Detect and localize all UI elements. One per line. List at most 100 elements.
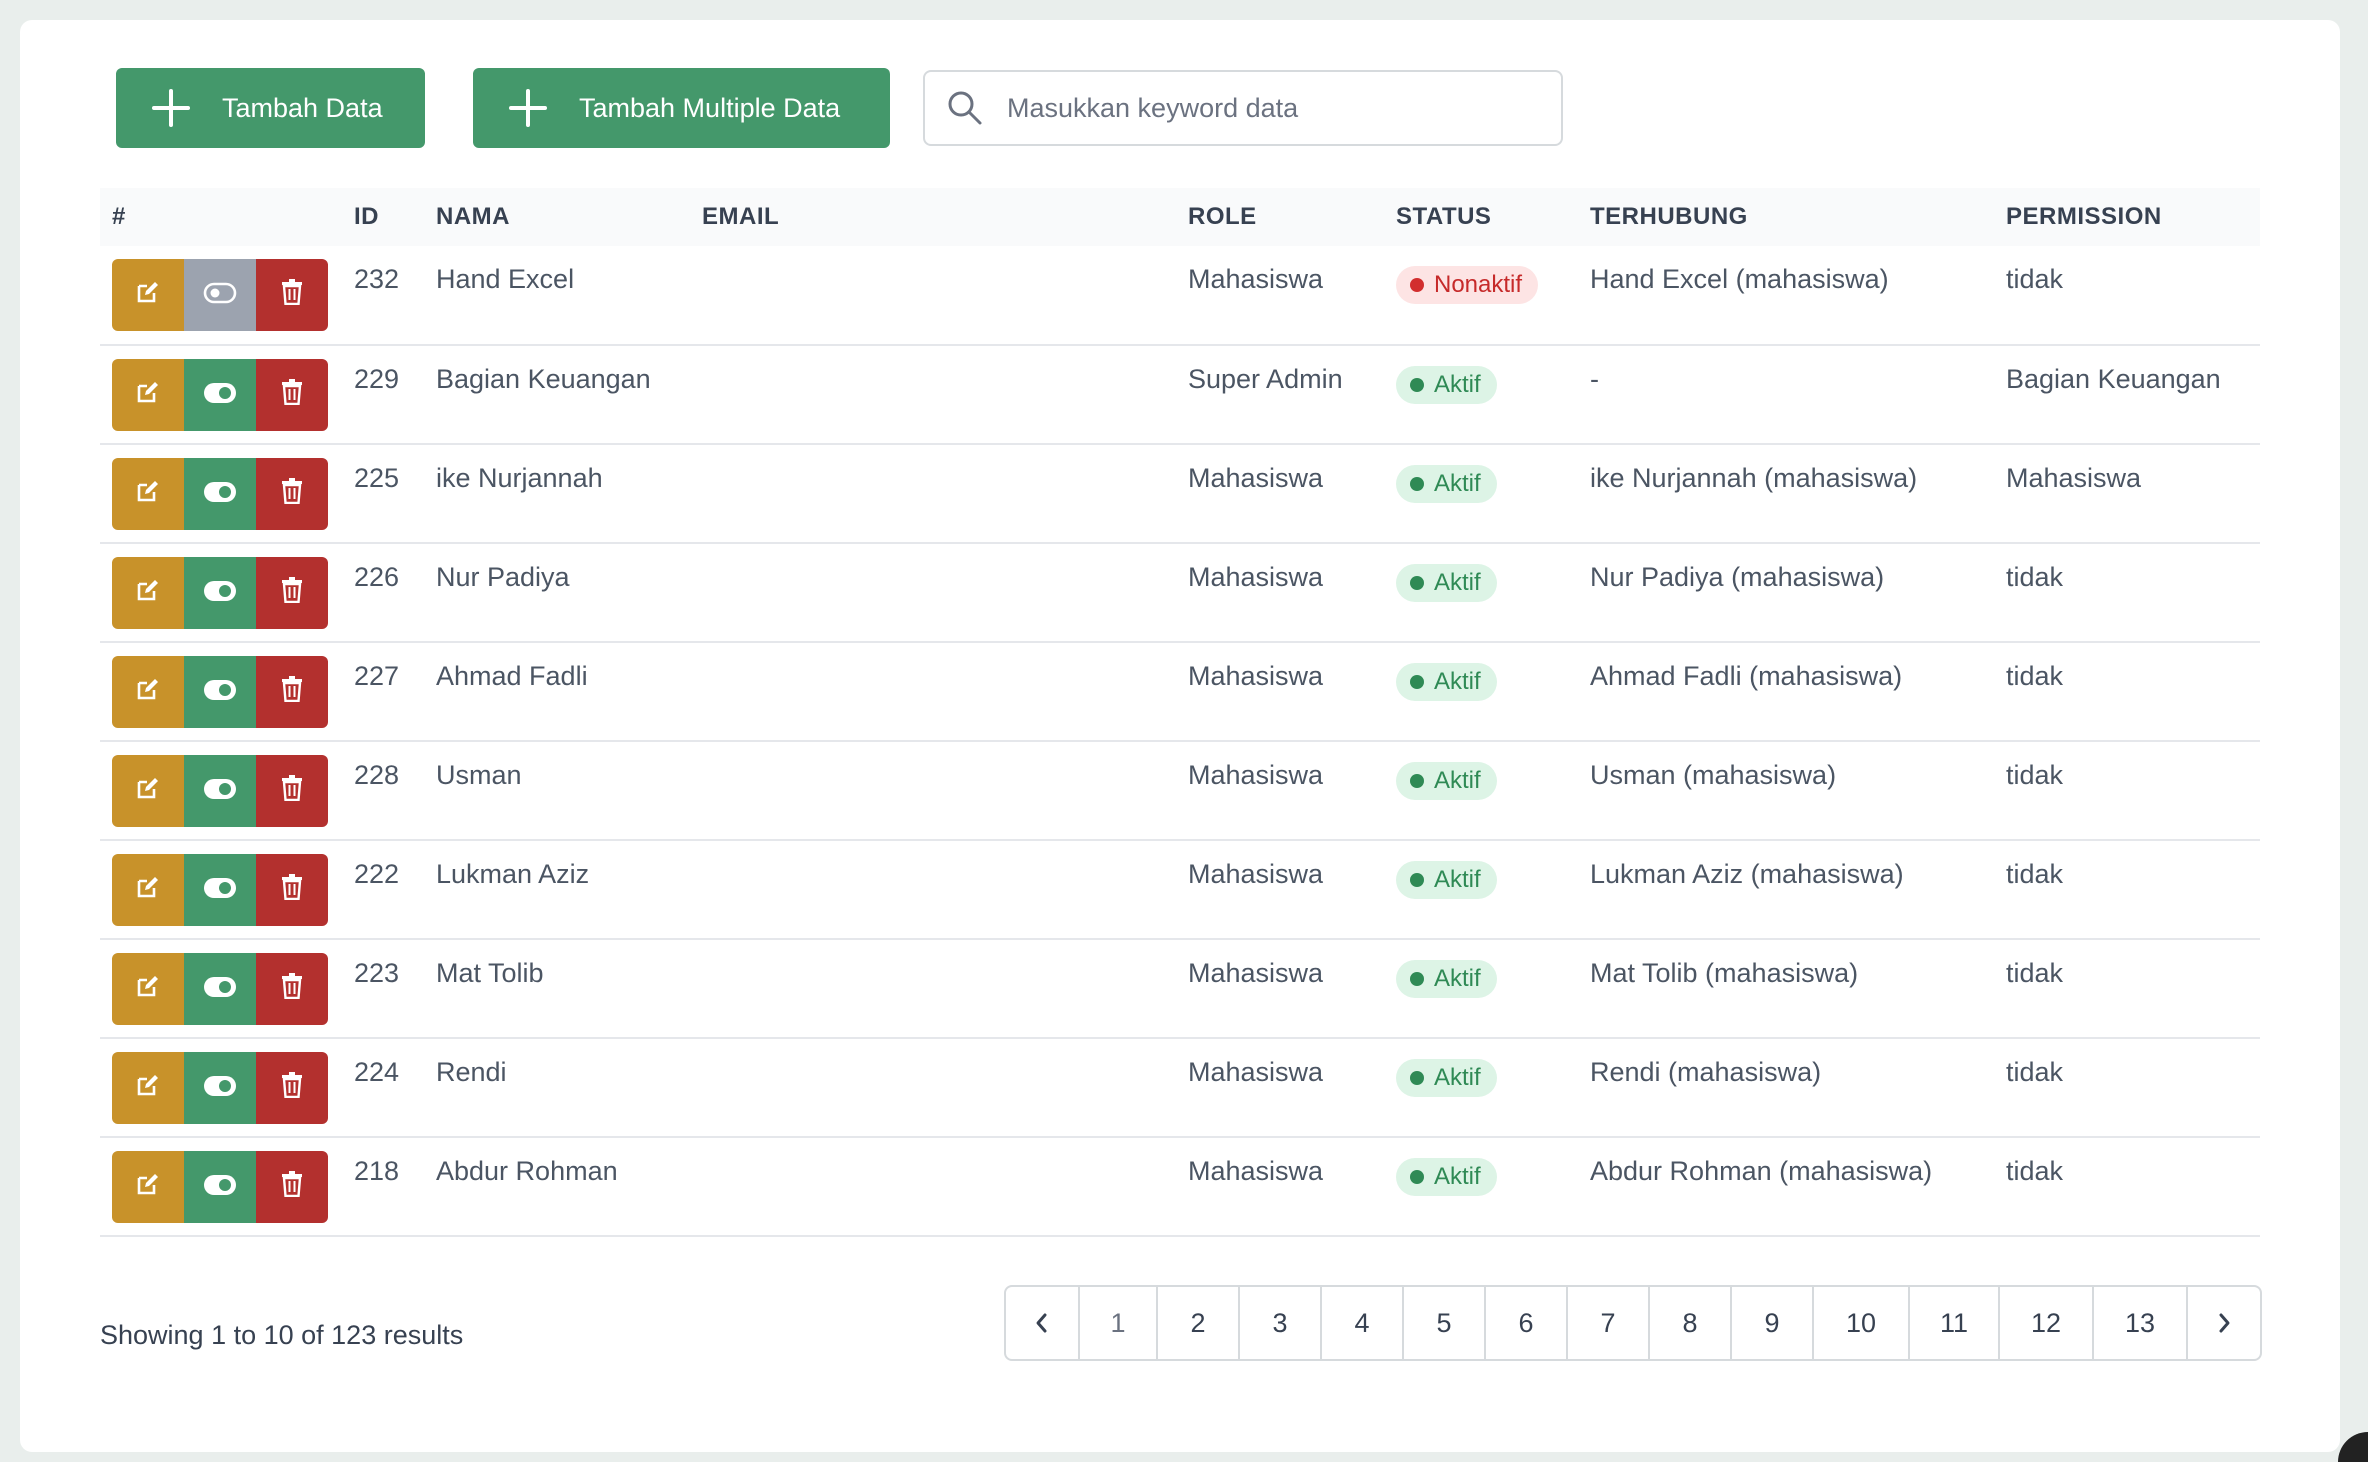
cell-email bbox=[702, 741, 1188, 840]
cell-permission: tidak bbox=[2006, 760, 2064, 790]
table-row: 227 Ahmad Fadli Mahasiswa Aktif Ahmad Fadli … bbox=[100, 642, 2260, 741]
edit-button[interactable] bbox=[112, 656, 184, 728]
delete-button[interactable] bbox=[256, 359, 328, 431]
toggle-icon bbox=[203, 974, 237, 1005]
edit-icon bbox=[135, 1171, 161, 1204]
next-page-button[interactable] bbox=[2186, 1287, 2260, 1359]
cell-id: 224 bbox=[354, 1057, 400, 1087]
toggle-icon bbox=[203, 280, 237, 311]
row-actions bbox=[100, 444, 354, 543]
toggle-status-button[interactable] bbox=[184, 854, 256, 926]
page-button-9[interactable]: 9 bbox=[1730, 1287, 1812, 1359]
delete-button[interactable] bbox=[256, 458, 328, 530]
edit-icon bbox=[135, 676, 161, 709]
table-row: 229 Bagian Keuangan Super Admin Aktif - Bagia… bbox=[100, 345, 2260, 444]
trash-icon bbox=[281, 972, 303, 1006]
edit-button[interactable] bbox=[112, 1052, 184, 1124]
toggle-status-button[interactable] bbox=[184, 1151, 256, 1223]
edit-button[interactable] bbox=[112, 557, 184, 629]
cell-permission: tidak bbox=[2006, 264, 2064, 294]
trash-icon bbox=[281, 1071, 303, 1105]
add-data-button[interactable]: Tambah Data bbox=[116, 68, 425, 148]
delete-button[interactable] bbox=[256, 1151, 328, 1223]
add-multiple-data-label: Tambah Multiple Data bbox=[579, 92, 841, 123]
cell-permission: Bagian Keuangan bbox=[2006, 364, 2221, 394]
toggle-status-button[interactable] bbox=[184, 259, 256, 331]
toggle-status-button[interactable] bbox=[184, 359, 256, 431]
edit-icon bbox=[135, 379, 161, 412]
edit-icon bbox=[135, 279, 161, 312]
toggle-icon bbox=[203, 578, 237, 609]
delete-button[interactable] bbox=[256, 953, 328, 1025]
cell-email bbox=[702, 642, 1188, 741]
edit-button[interactable] bbox=[112, 458, 184, 530]
search-icon bbox=[948, 91, 982, 125]
status-dot-icon bbox=[1410, 675, 1424, 689]
status-dot-icon bbox=[1410, 1170, 1424, 1184]
page-button-2[interactable]: 2 bbox=[1156, 1287, 1238, 1359]
page-button-4[interactable]: 4 bbox=[1320, 1287, 1402, 1359]
prev-page-button[interactable] bbox=[1006, 1287, 1078, 1359]
page-button-3[interactable]: 3 bbox=[1238, 1287, 1320, 1359]
row-actions bbox=[100, 543, 354, 642]
delete-button[interactable] bbox=[256, 854, 328, 926]
chevron-left-icon bbox=[1036, 1313, 1047, 1333]
cell-terhubung: Mat Tolib (mahasiswa) bbox=[1590, 958, 1859, 988]
cell-email bbox=[702, 1038, 1188, 1137]
cell-terhubung: Ahmad Fadli (mahasiswa) bbox=[1590, 661, 1903, 691]
toggle-status-button[interactable] bbox=[184, 557, 256, 629]
cell-id: 229 bbox=[354, 364, 400, 394]
add-multiple-data-button[interactable]: Tambah Multiple Data bbox=[473, 68, 890, 148]
cell-email bbox=[702, 543, 1188, 642]
toggle-icon bbox=[203, 875, 237, 906]
cell-nama: ike Nurjannah bbox=[436, 463, 603, 493]
edit-button[interactable] bbox=[112, 953, 184, 1025]
edit-button[interactable] bbox=[112, 755, 184, 827]
toggle-status-button[interactable] bbox=[184, 1052, 256, 1124]
delete-button[interactable] bbox=[256, 259, 328, 331]
edit-icon bbox=[135, 478, 161, 511]
row-actions bbox=[100, 1137, 354, 1236]
status-badge: Aktif bbox=[1396, 861, 1497, 899]
row-actions bbox=[100, 741, 354, 840]
delete-button[interactable] bbox=[256, 1052, 328, 1124]
status-label: Aktif bbox=[1434, 371, 1481, 398]
column-header-status: STATUS bbox=[1396, 203, 1492, 230]
toggle-status-button[interactable] bbox=[184, 656, 256, 728]
cell-status: Aktif bbox=[1396, 543, 1590, 642]
page-button-12[interactable]: 12 bbox=[1998, 1287, 2092, 1359]
delete-button[interactable] bbox=[256, 656, 328, 728]
status-label: Aktif bbox=[1434, 1064, 1481, 1091]
delete-button[interactable] bbox=[256, 557, 328, 629]
page-button-8[interactable]: 8 bbox=[1648, 1287, 1730, 1359]
edit-button[interactable] bbox=[112, 359, 184, 431]
page-button-6[interactable]: 6 bbox=[1484, 1287, 1566, 1359]
table-header-row: # ID NAMA EMAIL ROLE STATUS TERHUBUNG PE… bbox=[100, 188, 2260, 246]
toggle-status-button[interactable] bbox=[184, 953, 256, 1025]
edit-button[interactable] bbox=[112, 259, 184, 331]
table-row: 223 Mat Tolib Mahasiswa Aktif Mat Tolib (mah… bbox=[100, 939, 2260, 1038]
cell-email bbox=[702, 840, 1188, 939]
page-button-10[interactable]: 10 bbox=[1812, 1287, 1908, 1359]
row-actions bbox=[100, 642, 354, 741]
status-label: Aktif bbox=[1434, 965, 1481, 992]
cell-status: Aktif bbox=[1396, 345, 1590, 444]
page-button-5[interactable]: 5 bbox=[1402, 1287, 1484, 1359]
page-button-7[interactable]: 7 bbox=[1566, 1287, 1648, 1359]
cell-email bbox=[702, 939, 1188, 1038]
status-badge: Aktif bbox=[1396, 1158, 1497, 1196]
search-box[interactable] bbox=[923, 70, 1563, 146]
toggle-status-button[interactable] bbox=[184, 458, 256, 530]
table-row: 232 Hand Excel Mahasiswa Nonaktif Hand Excel… bbox=[100, 246, 2260, 345]
edit-button[interactable] bbox=[112, 1151, 184, 1223]
trash-icon bbox=[281, 675, 303, 709]
search-input[interactable] bbox=[1005, 91, 1529, 125]
toggle-status-button[interactable] bbox=[184, 755, 256, 827]
page-button-1[interactable]: 1 bbox=[1078, 1287, 1156, 1359]
trash-icon bbox=[281, 873, 303, 907]
delete-button[interactable] bbox=[256, 755, 328, 827]
page-button-11[interactable]: 11 bbox=[1908, 1287, 1998, 1359]
cell-id: 227 bbox=[354, 661, 400, 691]
page-button-13[interactable]: 13 bbox=[2092, 1287, 2186, 1359]
edit-button[interactable] bbox=[112, 854, 184, 926]
